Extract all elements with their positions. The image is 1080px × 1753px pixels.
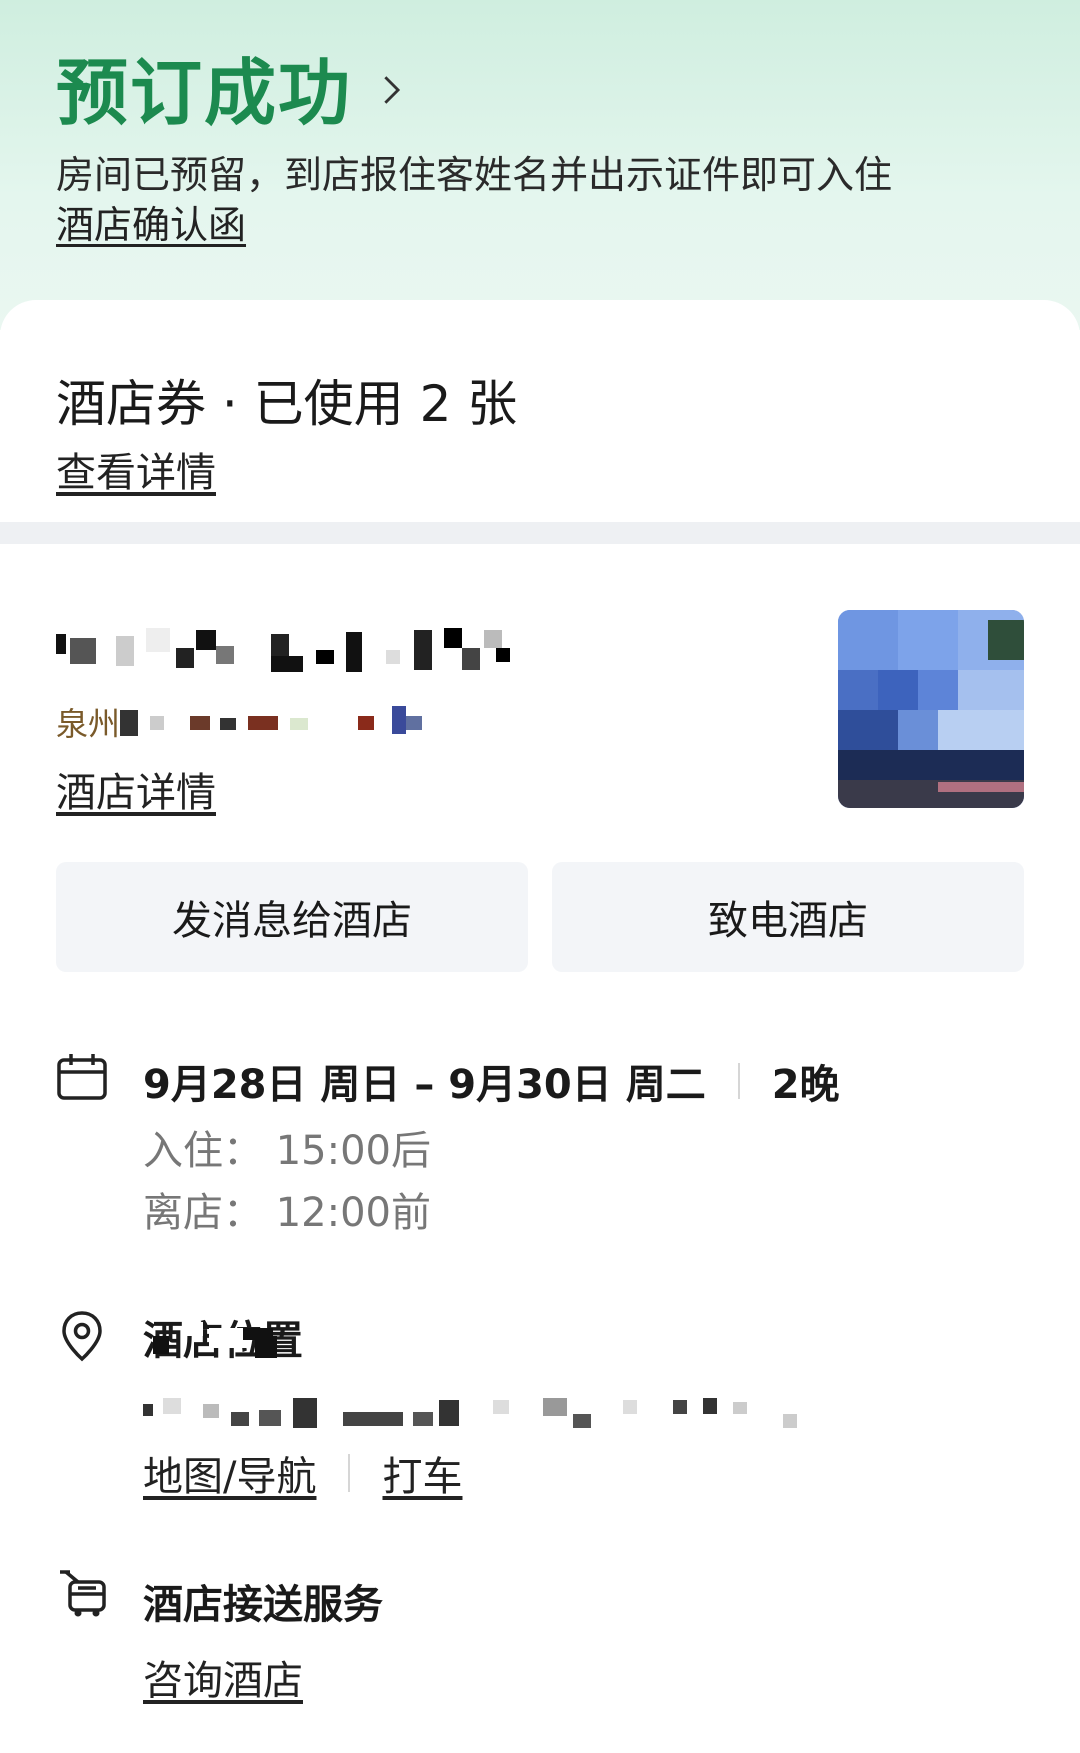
stay-dates-row: 9月28日 周日 – 9月30日 周二 2晚 xyxy=(143,1052,840,1110)
booking-status-header[interactable]: 预订成功 xyxy=(56,34,408,139)
location-title-redacted xyxy=(153,1322,277,1358)
calendar-icon xyxy=(57,1054,107,1100)
confirmation-letter-link[interactable]: 酒店确认函 xyxy=(56,194,246,249)
hotel-details-link[interactable]: 酒店详情 xyxy=(56,760,216,818)
hotel-photo[interactable] xyxy=(838,610,1024,808)
consult-hotel-link[interactable]: 咨询酒店 xyxy=(143,1648,303,1706)
call-hotel-button[interactable]: 致电酒店 xyxy=(552,862,1024,972)
hotel-address-redacted xyxy=(120,706,423,736)
map-navigation-link[interactable]: 地图/导航 xyxy=(143,1444,316,1502)
dates-separator xyxy=(737,1063,740,1099)
hotel-address: 泉州 xyxy=(56,700,450,744)
booking-status-subtitle: 房间已预留，到店报住客姓名并出示证件即可入住 xyxy=(56,153,893,197)
section-divider xyxy=(0,522,1080,544)
shuttle-bus-icon xyxy=(60,1570,106,1617)
stay-nights: 2晚 xyxy=(771,1062,840,1108)
taxi-link[interactable]: 打车 xyxy=(382,1444,462,1502)
checkout-time: 离店： 12:00前 xyxy=(143,1190,431,1236)
stay-dates: 9月28日 周日 – 9月30日 周二 xyxy=(143,1062,706,1108)
hotel-name-redacted xyxy=(56,628,510,672)
links-separator xyxy=(348,1454,351,1492)
shuttle-service-title: 酒店接送服务 xyxy=(143,1582,383,1628)
hotel-address-line-redacted xyxy=(143,1398,797,1428)
location-actions: 地图/导航 打车 xyxy=(143,1444,462,1502)
message-hotel-button[interactable]: 发消息给酒店 xyxy=(56,862,528,972)
checkin-time: 入住： 15:00后 xyxy=(143,1128,431,1174)
page-title: 预订成功 xyxy=(56,51,353,135)
voucher-title: 酒店券 · 已使用 2 张 xyxy=(56,375,518,433)
chevron-right-icon xyxy=(384,75,401,104)
location-pin-icon xyxy=(62,1311,102,1362)
voucher-details-link[interactable]: 查看详情 xyxy=(56,440,216,498)
hotel-address-city: 泉州 xyxy=(56,705,121,743)
